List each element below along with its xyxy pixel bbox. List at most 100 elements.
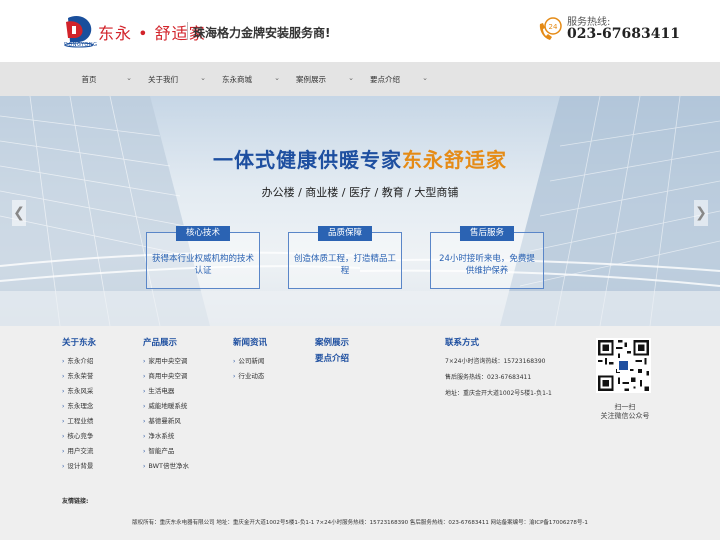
nav-item-home[interactable]: 首页 ⌄	[62, 62, 136, 96]
banner-subtitle: 办公楼 / 商业楼 / 医疗 / 教育 / 大型商铺	[261, 186, 459, 199]
site-logo[interactable]: 东永 • 舒适家 DONGYONG	[62, 12, 205, 52]
copyright-text: 版权所有：重庆东永电器有限公司 地址：重庆金开大道1002号5楼1-负1-1 7…	[132, 520, 588, 526]
main-nav: 首页 ⌄ 关于我们 ⌄ 东永商城 ⌄ 案例展示 ⌄ 要点介绍 ⌄	[0, 62, 720, 96]
feature-card-technology: 核心技术 获得本行业权威机构的技术认证	[146, 226, 260, 289]
nav-item-label: 案例展示	[296, 74, 326, 84]
caret-right-icon: ›	[233, 373, 236, 380]
chevron-down-icon: ⌄	[200, 74, 206, 82]
nav-item-label: 要点介绍	[370, 74, 400, 84]
feature-card-tag: 售后服务	[459, 226, 515, 241]
nav-item-about[interactable]: 关于我们 ⌄	[136, 62, 210, 96]
footer-link[interactable]: › 行业动态	[233, 369, 267, 384]
nav-item-label: 关于我们	[148, 74, 178, 84]
nav-item-label: 首页	[81, 74, 97, 84]
caret-right-icon: ›	[233, 358, 236, 365]
footer-link[interactable]: › 东永风采	[62, 384, 96, 399]
banner-title: 一体式健康供暖专家东永舒适家	[0, 144, 720, 173]
nav-item-cases[interactable]: 案例展示 ⌄	[284, 62, 358, 96]
footer-link[interactable]: › 基德曼新风	[143, 414, 189, 429]
feature-card-tag: 品质保障	[317, 226, 373, 241]
footer-col-title[interactable]: 产品展示	[143, 336, 189, 348]
footer-link[interactable]: › 净水系统	[143, 429, 189, 444]
hotline-number[interactable]: 023-67683411	[567, 26, 680, 42]
phone-24h-icon: 24	[539, 17, 562, 40]
caret-right-icon: ›	[62, 358, 65, 365]
footer-link[interactable]: › 设计背景	[62, 459, 96, 474]
footer-link-label: 智能产品	[148, 447, 175, 455]
footer-link[interactable]: › 公司新闻	[233, 354, 267, 369]
feature-card-text: 获得本行业权威机构的技术认证	[151, 254, 254, 276]
wechat-qr-code	[596, 338, 651, 393]
footer-link-label: 用户交流	[67, 447, 94, 455]
carousel-next-arrow-icon[interactable]: ❯	[694, 200, 708, 226]
footer-link[interactable]: › 家用中央空调	[143, 354, 189, 369]
footer-link-label: 东永荣誉	[67, 372, 94, 380]
hero-banner[interactable]: 一体式健康供暖专家东永舒适家 办公楼 / 商业楼 / 医疗 / 教育 / 大型商…	[0, 96, 720, 326]
footer-link-label: 东永理念	[67, 402, 94, 410]
logo-subtext: DONGYONG	[64, 42, 98, 48]
caret-right-icon: ›	[143, 403, 146, 410]
caret-right-icon: ›	[62, 403, 65, 410]
caret-right-icon: ›	[143, 358, 146, 365]
footer-link[interactable]: › 生活电器	[143, 384, 189, 399]
caret-right-icon: ›	[62, 373, 65, 380]
footer-link[interactable]: › 商用中央空调	[143, 369, 189, 384]
footer-link[interactable]: › 东永荣誉	[62, 369, 96, 384]
caret-right-icon: ›	[143, 463, 146, 470]
footer-link-label: 东永风采	[67, 387, 94, 395]
banner-title-accent: 东永舒适家	[402, 148, 507, 172]
caret-right-icon: ›	[62, 433, 65, 440]
footer-link-label: 工程业绩	[67, 417, 94, 425]
banner-title-main: 一体式健康供暖专家	[213, 148, 402, 172]
contact-address: 地址：重庆金开大道1002号5楼1-负1-1	[445, 390, 552, 397]
site-header: 东永 • 舒适家 DONGYONG 珠海格力金牌安装服务商! 24 服务热线: …	[0, 0, 720, 62]
carousel-prev-arrow-icon[interactable]: ❮	[12, 200, 26, 226]
footer-link[interactable]: › 智能产品	[143, 444, 189, 459]
logo-text: 东永 • 舒适家	[98, 24, 206, 43]
footer-link-label: 威能地暖系统	[148, 402, 188, 410]
footer-link[interactable]: › 东永介绍	[62, 354, 96, 369]
banner-background-image	[0, 96, 720, 326]
footer-col-title[interactable]: 关于东永	[62, 336, 96, 348]
feature-card-text: 创造体质工程，打造精品工程	[293, 254, 396, 276]
footer-link[interactable]: › 用户交流	[62, 444, 96, 459]
caret-right-icon: ›	[62, 388, 65, 395]
footer-col-about: 关于东永 › 东永介绍 › 东永荣誉 › 东永风采 › 东永理念 › 工程业绩 › 核心竞争…	[62, 336, 96, 474]
site-footer: 关于东永 › 东永介绍 › 东永荣誉 › 东永风采 › 东永理念 › 工程业绩 › 核心竞争…	[0, 326, 720, 540]
feature-card-service: 售后服务 24小时接听来电，免费提供维护保养	[430, 226, 544, 289]
footer-link[interactable]: › 核心竞争	[62, 429, 96, 444]
qr-caption-line2: 关注微信公众号	[600, 412, 650, 420]
footer-link-label: 东永介绍	[67, 357, 94, 365]
chevron-down-icon: ⌄	[348, 74, 354, 82]
footer-col-title[interactable]: 案例展示	[315, 336, 349, 348]
footer-col-title[interactable]: 新闻资讯	[233, 336, 267, 348]
nav-item-label: 东永商城	[222, 74, 252, 84]
caret-right-icon: ›	[143, 418, 146, 425]
qr-caption-line1: 扫一扫	[614, 403, 636, 411]
footer-link-label: 基德曼新风	[148, 417, 181, 425]
header-slogan: 珠海格力金牌安装服务商!	[193, 26, 331, 40]
footer-col-news: 新闻资讯 › 公司新闻 › 行业动态	[233, 336, 267, 384]
chevron-down-icon: ⌄	[422, 74, 428, 82]
feature-card-tag: 核心技术	[175, 226, 231, 241]
footer-link[interactable]: › 工程业绩	[62, 414, 96, 429]
footer-col-subtitle[interactable]: 要点介绍	[315, 352, 349, 364]
footer-link[interactable]: › BWT倍世净水	[143, 459, 189, 474]
caret-right-icon: ›	[143, 433, 146, 440]
footer-link[interactable]: › 东永理念	[62, 399, 96, 414]
nav-item-mall[interactable]: 东永商城 ⌄	[210, 62, 284, 96]
caret-right-icon: ›	[62, 418, 65, 425]
feature-card-text: 24小时接听来电，免费提供维护保养	[439, 254, 535, 276]
contact-aftersales: 售后服务热线：023-67683411	[445, 374, 532, 381]
footer-link[interactable]: › 威能地暖系统	[143, 399, 189, 414]
footer-link-label: 生活电器	[148, 387, 175, 395]
feature-card-quality: 品质保障 创造体质工程，打造精品工程	[288, 226, 402, 289]
slogan-divider	[187, 22, 188, 40]
footer-col-cases: 案例展示 要点介绍	[315, 336, 349, 364]
footer-link-label: 商用中央空调	[148, 372, 188, 380]
hotline-badge-text: 24	[549, 23, 558, 31]
footer-link-label: 设计背景	[67, 462, 94, 470]
footer-col-title: 联系方式	[445, 338, 480, 348]
chevron-down-icon: ⌄	[274, 74, 280, 82]
nav-item-highlights[interactable]: 要点介绍 ⌄	[358, 62, 432, 96]
